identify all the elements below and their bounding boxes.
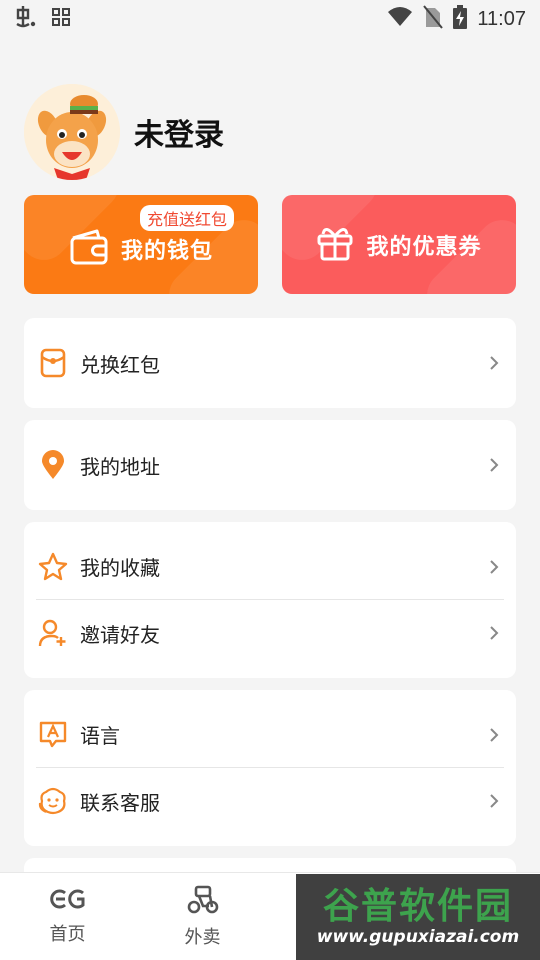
coupon-card[interactable]: 我的优惠券 <box>282 195 516 294</box>
chevron-right-icon <box>488 793 500 809</box>
menu-row-support[interactable]: 联系客服 <box>24 768 516 834</box>
watermark-title: 谷普软件园 <box>322 886 513 927</box>
watermark: 谷普软件园 www.gupuxiazai.com <box>296 874 540 960</box>
mascot-avatar-icon <box>24 84 120 180</box>
wallet-label: 我的钱包 <box>120 238 213 264</box>
wallet-content: 我的钱包 <box>69 228 213 270</box>
wifi-icon <box>387 6 413 33</box>
gift-icon <box>316 224 354 266</box>
menu-row-redeem[interactable]: 兑换红包 <box>24 318 516 408</box>
status-bar: 11:07 <box>0 0 540 38</box>
red-packet-icon <box>38 348 68 378</box>
nav-home[interactable]: 首页 <box>0 873 135 960</box>
social-card: 我的收藏 邀请好友 <box>24 522 516 678</box>
status-time: 11:07 <box>477 7 526 30</box>
wallet-icon <box>69 228 109 270</box>
redeem-card: 兑换红包 <box>24 318 516 408</box>
coupon-label: 我的优惠券 <box>366 234 482 260</box>
no-sim-icon <box>423 4 444 34</box>
chevron-right-icon <box>488 727 500 743</box>
customer-service-icon <box>38 786 68 816</box>
menu-label-support: 联系客服 <box>80 790 160 815</box>
star-icon <box>38 552 68 582</box>
chevron-right-icon <box>488 355 500 371</box>
language-icon <box>38 720 68 750</box>
menu-label-address: 我的地址 <box>80 454 160 479</box>
profile-header[interactable]: 未登录 <box>24 84 224 180</box>
avatar[interactable] <box>24 84 120 180</box>
add-friend-icon <box>38 618 68 648</box>
home-icon <box>49 887 87 916</box>
settings-card: 语言 联系客服 <box>24 690 516 846</box>
app-notification-icon <box>14 4 40 34</box>
watermark-url: www.gupuxiazai.com <box>316 927 520 947</box>
address-card: 我的地址 <box>24 420 516 510</box>
menu-label-redeem: 兑换红包 <box>80 352 160 377</box>
status-right: 11:07 <box>387 4 526 34</box>
coupon-content: 我的优惠券 <box>316 224 481 266</box>
username[interactable]: 未登录 <box>134 110 224 154</box>
recharge-bonus-badge: 充值送红包 <box>140 205 235 231</box>
status-left <box>14 4 70 34</box>
menu-label-language: 语言 <box>80 724 120 748</box>
location-pin-icon <box>38 450 68 480</box>
chevron-right-icon <box>488 559 500 575</box>
menu-row-favorites[interactable]: 我的收藏 <box>24 522 516 599</box>
menu-label-invite: 邀请好友 <box>80 622 160 647</box>
menu-row-address[interactable]: 我的地址 <box>24 420 516 510</box>
menu-label-favorites: 我的收藏 <box>80 556 160 580</box>
grid-icon <box>52 8 70 30</box>
menu-row-language[interactable]: 语言 <box>24 690 516 767</box>
nav-delivery[interactable]: 外卖 <box>135 873 270 960</box>
wallet-card[interactable]: 充值送红包 我的钱包 <box>24 195 258 294</box>
nav-home-label: 首页 <box>49 924 86 945</box>
menu-row-invite[interactable]: 邀请好友 <box>24 600 516 666</box>
chevron-right-icon <box>488 625 500 641</box>
battery-charging-icon <box>453 4 468 34</box>
nav-delivery-label: 外卖 <box>184 927 221 948</box>
chevron-right-icon <box>488 457 500 473</box>
delivery-scooter-icon <box>186 884 220 919</box>
